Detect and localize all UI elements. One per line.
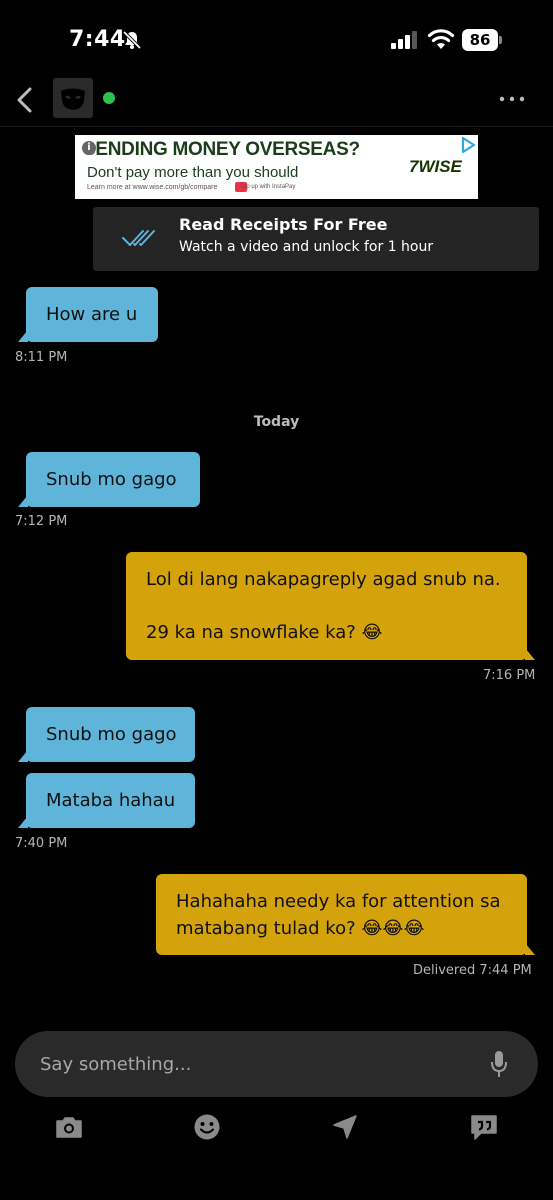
quick-replies-icon[interactable]	[469, 1112, 499, 1142]
header-divider	[0, 126, 553, 127]
ad-fine-print: Learn more at www.wise.com/gb/compare	[87, 184, 218, 191]
status-bar: 7:44 86	[0, 0, 553, 80]
message-text-line: Hahahaha needy ka for attention sa	[176, 891, 501, 912]
profile-avatar[interactable]	[53, 78, 93, 118]
ad-headline: SENDING MONEY OVERSEAS?	[83, 139, 360, 160]
read-receipts-promo[interactable]: Read Receipts For Free Watch a video and…	[93, 207, 539, 271]
message-text: How are u	[46, 304, 138, 325]
back-chevron-icon[interactable]	[14, 86, 36, 114]
message-timestamp: 7:40 PM	[15, 836, 68, 851]
wise-logo: 7WISE	[409, 157, 462, 176]
adchoices-icon[interactable]	[460, 137, 476, 153]
mask-placeholder-icon	[61, 88, 85, 110]
location-arrow-icon[interactable]	[330, 1112, 360, 1142]
double-check-icon	[122, 230, 155, 246]
message-text: Mataba hahau	[46, 790, 176, 811]
battery-cap	[499, 36, 502, 44]
message-input[interactable]	[40, 1051, 460, 1077]
ad-banner[interactable]: SENDING MONEY OVERSEAS? i Don't pay more…	[75, 135, 478, 199]
message-text-line: 29 ka na snowflake ka? 😂	[146, 622, 383, 643]
wifi-icon	[427, 29, 455, 49]
cellular-signal-icon	[391, 31, 417, 49]
camera-icon[interactable]	[54, 1112, 84, 1142]
message-timestamp: 8:11 PM	[15, 350, 68, 365]
outgoing-message[interactable]: Hahahaha needy ka for attention sa matab…	[156, 874, 535, 955]
ad-fine-print-2: Tap up with InstaPay	[240, 184, 296, 190]
bell-off-icon	[122, 30, 142, 50]
incoming-message[interactable]: Snub mo gago	[18, 707, 195, 762]
promo-subtitle: Watch a video and unlock for 1 hour	[179, 239, 434, 255]
battery-level: 86	[462, 29, 498, 51]
chat-header	[0, 78, 553, 126]
incoming-message[interactable]: Mataba hahau	[18, 773, 195, 828]
message-text: Snub mo gago	[46, 469, 177, 490]
status-time: 7:44	[69, 27, 126, 52]
ad-subline: Don't pay more than you should	[87, 164, 299, 181]
incoming-message[interactable]: Snub mo gago	[18, 452, 200, 507]
microphone-icon[interactable]	[489, 1050, 509, 1078]
message-timestamp: 7:12 PM	[15, 514, 68, 529]
ad-info-icon[interactable]: i	[82, 141, 96, 155]
message-timestamp: 7:16 PM	[483, 668, 536, 683]
more-options-icon[interactable]	[499, 96, 525, 102]
message-text: Snub mo gago	[46, 724, 177, 745]
message-composer	[15, 1031, 538, 1097]
incoming-message[interactable]: How are u	[18, 287, 158, 342]
online-status-dot	[103, 92, 115, 104]
battery-icon: 86	[462, 29, 502, 51]
delivered-status: Delivered 7:44 PM	[413, 963, 532, 978]
date-divider: Today	[253, 414, 300, 430]
outgoing-message[interactable]: Lol di lang nakapagreply agad snub na. 2…	[126, 552, 535, 660]
promo-title: Read Receipts For Free	[179, 215, 388, 234]
smiley-icon[interactable]	[192, 1112, 222, 1142]
message-text-line: matabang tulad ko? 😂😂😂	[176, 918, 425, 939]
message-text-line: Lol di lang nakapagreply agad snub na.	[146, 569, 501, 590]
